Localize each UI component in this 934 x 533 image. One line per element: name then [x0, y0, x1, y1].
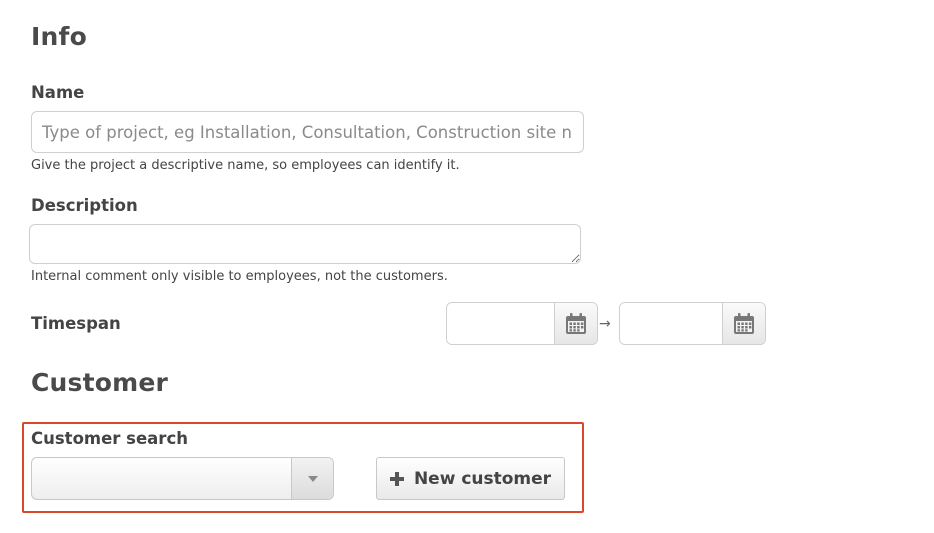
- customer-search-select[interactable]: [31, 457, 334, 500]
- description-textarea[interactable]: [29, 224, 581, 264]
- name-help-text: Give the project a descriptive name, so …: [31, 158, 460, 173]
- calendar-icon: [566, 312, 586, 334]
- calendar-icon: [734, 312, 754, 334]
- customer-search-caret-button[interactable]: [291, 458, 333, 499]
- timespan-end-calendar-button[interactable]: [722, 303, 765, 344]
- timespan-start-input[interactable]: [447, 303, 554, 344]
- plus-icon: [389, 471, 404, 486]
- new-customer-button[interactable]: New customer: [376, 457, 565, 500]
- timespan-start-calendar-button[interactable]: [554, 303, 597, 344]
- timespan-label: Timespan: [31, 314, 121, 333]
- customer-search-value: [32, 458, 291, 499]
- timespan-end-group: [619, 302, 766, 345]
- timespan-separator: →: [599, 316, 611, 332]
- caret-down-icon: [307, 475, 318, 482]
- timespan-end-input[interactable]: [620, 303, 722, 344]
- description-label: Description: [31, 196, 138, 215]
- timespan-start-group: [446, 302, 598, 345]
- new-customer-label: New customer: [413, 468, 552, 489]
- description-help-text: Internal comment only visible to employe…: [31, 269, 448, 284]
- name-label: Name: [31, 83, 85, 102]
- customer-search-label: Customer search: [31, 429, 188, 448]
- customer-heading: Customer: [31, 368, 169, 397]
- name-input[interactable]: [31, 111, 584, 153]
- project-form: Info Name Give the project a descriptive…: [0, 0, 934, 533]
- info-heading: Info: [31, 22, 87, 51]
